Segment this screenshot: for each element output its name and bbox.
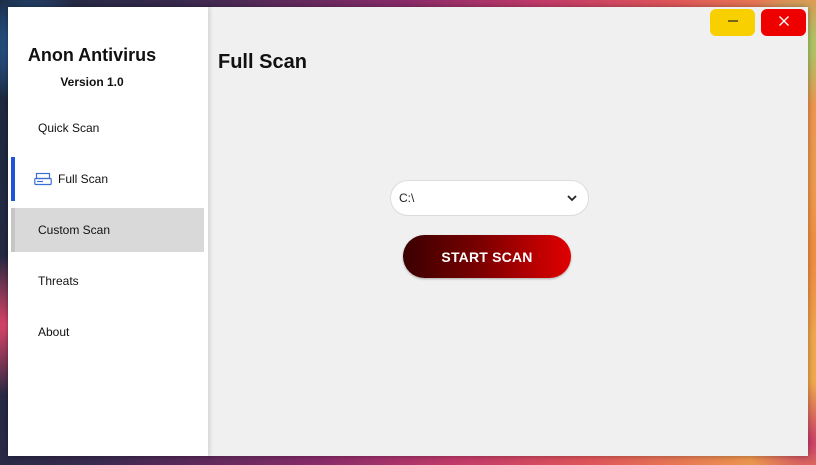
sidebar-item-label: Threats (38, 274, 79, 288)
drive-select-value: C:\ (399, 191, 415, 205)
sidebar-item-threats[interactable]: Threats (11, 259, 204, 303)
sidebar-item-full-scan[interactable]: Full Scan (11, 157, 204, 201)
minimize-icon (727, 14, 739, 32)
sidebar: Anon Antivirus Version 1.0 Quick Scan Fu… (8, 7, 208, 456)
app-version: Version 1.0 (60, 75, 124, 89)
app-window: Anon Antivirus Version 1.0 Quick Scan Fu… (8, 7, 808, 456)
sidebar-item-about[interactable]: About (11, 310, 204, 354)
sidebar-item-label: Quick Scan (38, 121, 100, 135)
drive-select[interactable]: C:\ (390, 180, 589, 216)
app-title: Anon Antivirus (27, 45, 157, 65)
close-button[interactable] (761, 9, 806, 36)
start-scan-button[interactable]: START SCAN (403, 235, 571, 278)
page-title: Full Scan (218, 51, 307, 73)
drive-icon (34, 172, 52, 186)
sidebar-item-label: Full Scan (58, 172, 109, 186)
sidebar-item-custom-scan[interactable]: Custom Scan (11, 208, 204, 252)
sidebar-item-label: About (38, 325, 70, 339)
chevron-down-icon (566, 192, 578, 204)
close-icon (778, 14, 790, 32)
sidebar-item-label: Custom Scan (38, 223, 111, 237)
sidebar-item-quick-scan[interactable]: Quick Scan (11, 106, 204, 150)
minimize-button[interactable] (710, 9, 755, 36)
